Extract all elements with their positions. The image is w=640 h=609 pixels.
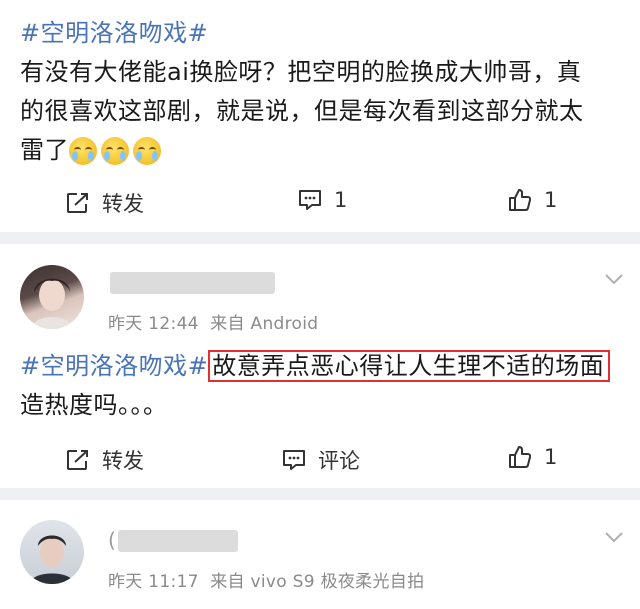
like-button[interactable]: 1 bbox=[508, 188, 557, 212]
post2-body: #空明洛洛吻戏# 故意弄点恶心得让人生理不适的场面 造热度吗。。。 bbox=[20, 347, 620, 425]
separator bbox=[0, 488, 640, 500]
crying-emoji-icon bbox=[101, 137, 129, 165]
highlighted-text: 故意弄点恶心得让人生理不适的场面 bbox=[208, 350, 611, 382]
repost-button[interactable]: 转发 bbox=[66, 445, 144, 475]
blurred-username[interactable] bbox=[118, 530, 238, 552]
like-button[interactable]: 1 bbox=[508, 445, 557, 469]
repost-label: 转发 bbox=[102, 192, 144, 216]
post-time: 昨天 11:17 bbox=[108, 572, 199, 592]
repost-button[interactable]: 转发 bbox=[66, 188, 144, 218]
thumbs-up-icon bbox=[509, 446, 532, 468]
repost-icon bbox=[67, 193, 88, 213]
comment-label: 评论 bbox=[318, 449, 360, 473]
comment-icon bbox=[283, 450, 305, 470]
like-count: 1 bbox=[544, 445, 558, 469]
separator bbox=[0, 232, 640, 244]
blurred-username[interactable] bbox=[110, 272, 275, 294]
topic-link[interactable]: #空明洛洛吻戏# bbox=[20, 19, 208, 47]
topic-link[interactable]: #空明洛洛吻戏# bbox=[20, 352, 208, 380]
crying-emoji-icon bbox=[69, 137, 97, 165]
crying-emoji-icon bbox=[133, 137, 161, 165]
post1-line1: 有没有大佬能ai换脸呀？把空明的脸换成大帅哥，真 bbox=[20, 58, 582, 86]
repost-icon bbox=[67, 450, 88, 470]
comment-icon bbox=[299, 190, 321, 210]
avatar[interactable] bbox=[20, 265, 84, 329]
chevron-down-icon[interactable] bbox=[604, 272, 624, 286]
comment-button[interactable]: 1 bbox=[298, 188, 347, 212]
post-source: 来自 vivo S9 极夜柔光自拍 bbox=[210, 572, 425, 592]
avatar[interactable] bbox=[20, 520, 84, 584]
post1-line3: 雷了 bbox=[20, 136, 69, 164]
post-time: 昨天 12:44 bbox=[108, 314, 199, 334]
comment-count: 1 bbox=[334, 188, 348, 212]
like-count: 1 bbox=[544, 188, 558, 212]
thumbs-up-icon bbox=[509, 189, 532, 211]
chevron-down-icon[interactable] bbox=[604, 530, 624, 544]
post2-meta: 昨天 12:44 来自 Android bbox=[108, 309, 318, 334]
repost-label: 转发 bbox=[102, 449, 144, 473]
post3-meta: 昨天 11:17 来自 vivo S9 极夜柔光自拍 bbox=[108, 567, 424, 592]
post1-body: #空明洛洛吻戏# 有没有大佬能ai换脸呀？把空明的脸换成大帅哥，真 的很喜欢这部… bbox=[20, 14, 620, 170]
post-source: 来自 Android bbox=[210, 314, 319, 334]
name-prefix: ( bbox=[108, 528, 117, 552]
post2-line2: 造热度吗。。。 bbox=[20, 391, 168, 419]
post1-line2: 的很喜欢这部剧，就是说，但是每次看到这部分就太 bbox=[20, 97, 584, 125]
comment-button[interactable]: 评论 bbox=[282, 445, 360, 475]
